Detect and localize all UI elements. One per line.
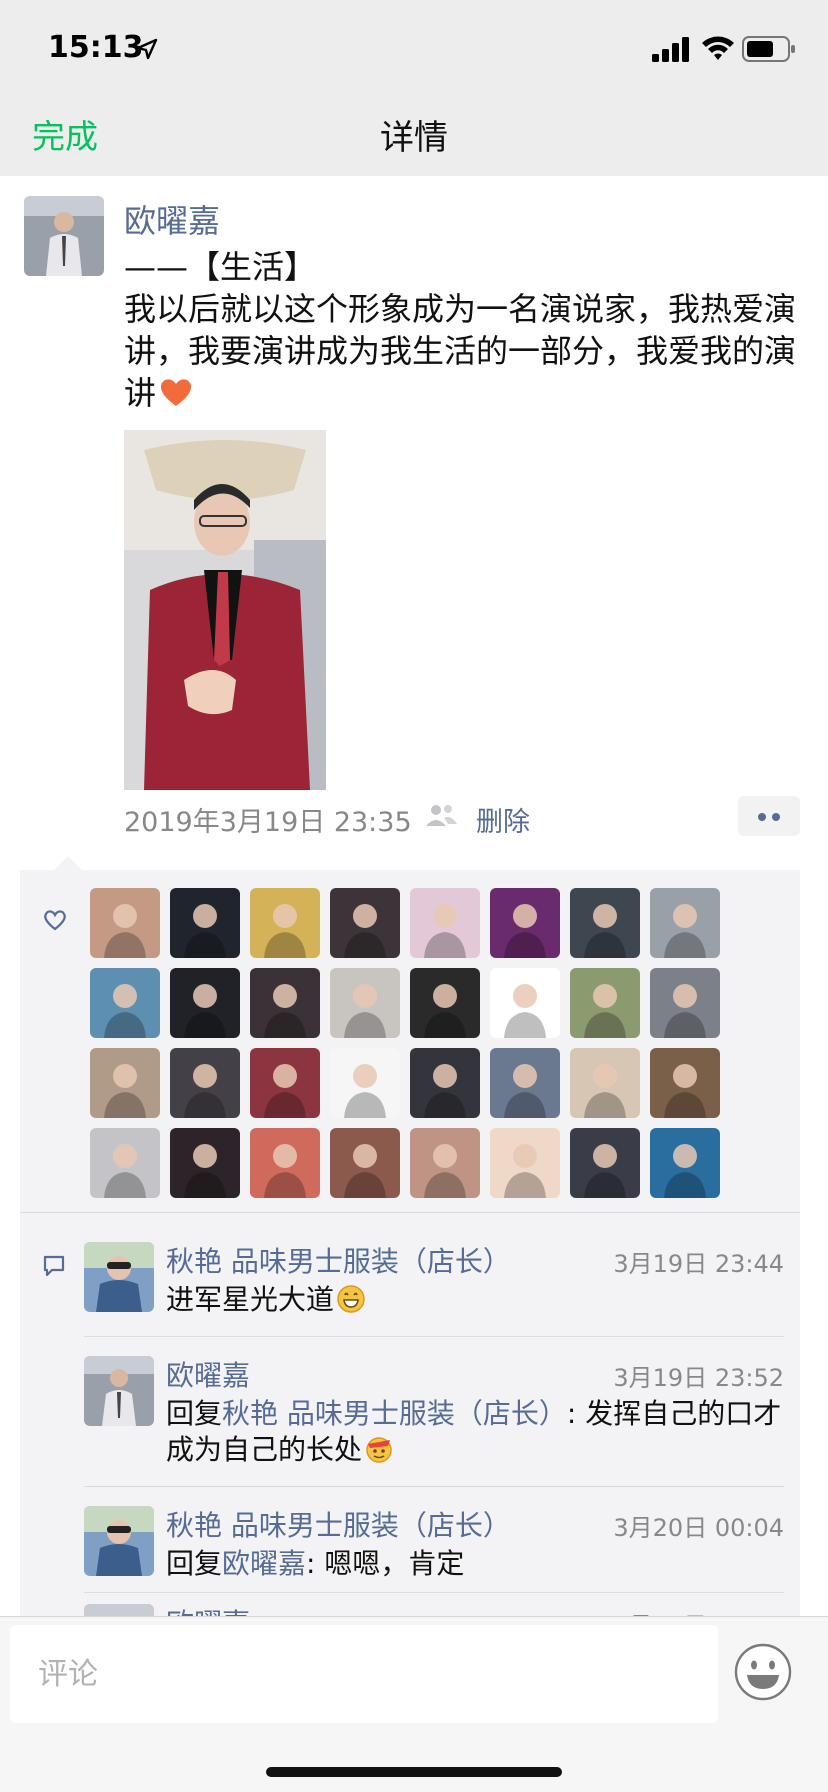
like-avatar[interactable] [650, 888, 720, 958]
comment-text: 回复欧曜嘉: 嗯嗯，肯定 [166, 1546, 782, 1582]
like-avatar[interactable] [330, 888, 400, 958]
like-avatar[interactable] [170, 968, 240, 1038]
post-timestamp: 2019年3月19日 23:35 [124, 807, 412, 838]
like-avatar[interactable] [490, 968, 560, 1038]
reply-prefix: 回复 [166, 1547, 223, 1580]
like-avatar[interactable] [570, 1128, 640, 1198]
commenter-name[interactable]: 欧曜嘉 [166, 1354, 250, 1394]
like-avatar[interactable] [650, 1048, 720, 1118]
comment-divider [84, 1592, 784, 1593]
post-photo[interactable] [124, 430, 326, 790]
comment-bubble-icon [43, 1255, 65, 1277]
delete-button[interactable]: 删除 [476, 800, 530, 839]
comment-item[interactable]: 秋艳 品味男士服装（店长） 3月19日 23:44 进军星光大道 [84, 1240, 784, 1316]
commenter-name[interactable]: 秋艳 品味男士服装（店长） [166, 1240, 511, 1280]
comment-input[interactable] [10, 1625, 718, 1723]
nav-bar: 完成 详情 [0, 90, 828, 176]
dot-icon [772, 813, 780, 821]
like-avatar[interactable] [410, 1048, 480, 1118]
author-avatar[interactable] [24, 196, 104, 276]
comment-item[interactable]: 欧曜嘉 3月19日 23:52 回复秋艳 品味男士服装（店长）: 发挥自己的口才… [84, 1356, 784, 1466]
commenter-avatar[interactable] [84, 1242, 154, 1312]
like-avatar[interactable] [250, 1048, 320, 1118]
comment-input-bar [0, 1616, 828, 1792]
comment-divider [84, 1336, 784, 1337]
party-emoji-icon [366, 1437, 392, 1463]
heart-like-icon [44, 910, 66, 931]
like-avatar[interactable] [490, 1048, 560, 1118]
commenter-name[interactable]: 秋艳 品味男士服装（店长） [166, 1504, 511, 1544]
like-avatar[interactable] [250, 888, 320, 958]
like-avatar[interactable] [570, 968, 640, 1038]
comment-text: 进军星光大道 [166, 1282, 782, 1318]
like-avatar[interactable] [90, 968, 160, 1038]
commenter-avatar[interactable] [84, 1506, 154, 1576]
like-avatar[interactable] [250, 1128, 320, 1198]
comment-text-content: 进军星光大道 [166, 1283, 335, 1316]
comment-divider [84, 1486, 784, 1487]
comment-text: 回复秋艳 品味男士服装（店长）: 发挥自己的口才成为自己的长处 [166, 1396, 782, 1468]
like-avatar[interactable] [410, 968, 480, 1038]
like-avatar[interactable] [410, 1128, 480, 1198]
like-avatar[interactable] [90, 888, 160, 958]
like-avatar[interactable] [250, 968, 320, 1038]
like-avatar[interactable] [90, 1128, 160, 1198]
commenter-avatar[interactable] [84, 1356, 154, 1426]
interaction-panel: 秋艳 品味男士服装（店长） 3月19日 23:44 进军星光大道 欧曜嘉 3月1… [20, 856, 800, 1674]
wifi-icon [702, 36, 734, 60]
panel-arrow [54, 856, 82, 870]
like-avatar[interactable] [330, 1048, 400, 1118]
reply-prefix: 回复 [166, 1397, 223, 1430]
like-avatar[interactable] [650, 968, 720, 1038]
home-indicator [266, 1767, 562, 1777]
like-avatar[interactable] [170, 1048, 240, 1118]
post-text-content: ——【生活】 我以后就以这个形象成为一名演说家，我热爱演讲，我要演讲成为我生活的… [124, 248, 797, 412]
comment-text-content: : 嗯嗯，肯定 [306, 1547, 465, 1580]
comment-time: 3月19日 23:52 [613, 1364, 784, 1392]
like-avatar[interactable] [650, 1128, 720, 1198]
post-author-name[interactable]: 欧曜嘉 [124, 196, 220, 242]
like-avatar[interactable] [410, 888, 480, 958]
like-avatar[interactable] [490, 888, 560, 958]
heart-emoji-icon [160, 379, 192, 406]
like-avatar[interactable] [170, 888, 240, 958]
like-avatar[interactable] [330, 968, 400, 1038]
status-bar: 15:13 [0, 0, 828, 90]
grin-emoji-icon [337, 1285, 365, 1313]
like-avatar[interactable] [490, 1128, 560, 1198]
more-actions-button[interactable] [738, 796, 800, 836]
friends-visibility-icon [426, 805, 457, 826]
comment-item[interactable]: 秋艳 品味男士服装（店长） 3月20日 00:04 回复欧曜嘉: 嗯嗯，肯定 [84, 1504, 784, 1580]
page-title: 详情 [380, 118, 448, 158]
post-text: ——【生活】 我以后就以这个形象成为一名演说家，我热爱演讲，我要演讲成为我生活的… [124, 246, 796, 414]
comment-time: 3月20日 00:04 [613, 1514, 784, 1542]
battery-icon [742, 36, 795, 62]
status-time: 15:13 [48, 30, 144, 65]
dot-icon [758, 813, 766, 821]
comment-time: 3月19日 23:44 [613, 1250, 784, 1278]
cellular-signal-icon [652, 37, 689, 62]
like-avatar[interactable] [570, 888, 640, 958]
like-avatar[interactable] [570, 1048, 640, 1118]
emoji-face-icon[interactable] [734, 1643, 792, 1701]
like-avatar[interactable] [170, 1128, 240, 1198]
reply-to-name[interactable]: 欧曜嘉 [222, 1547, 306, 1580]
location-arrow-icon [136, 38, 158, 60]
reply-to-name[interactable]: 秋艳 品味男士服装（店长） [222, 1397, 567, 1430]
divider [20, 1212, 800, 1213]
like-avatar[interactable] [90, 1048, 160, 1118]
like-avatar[interactable] [330, 1128, 400, 1198]
